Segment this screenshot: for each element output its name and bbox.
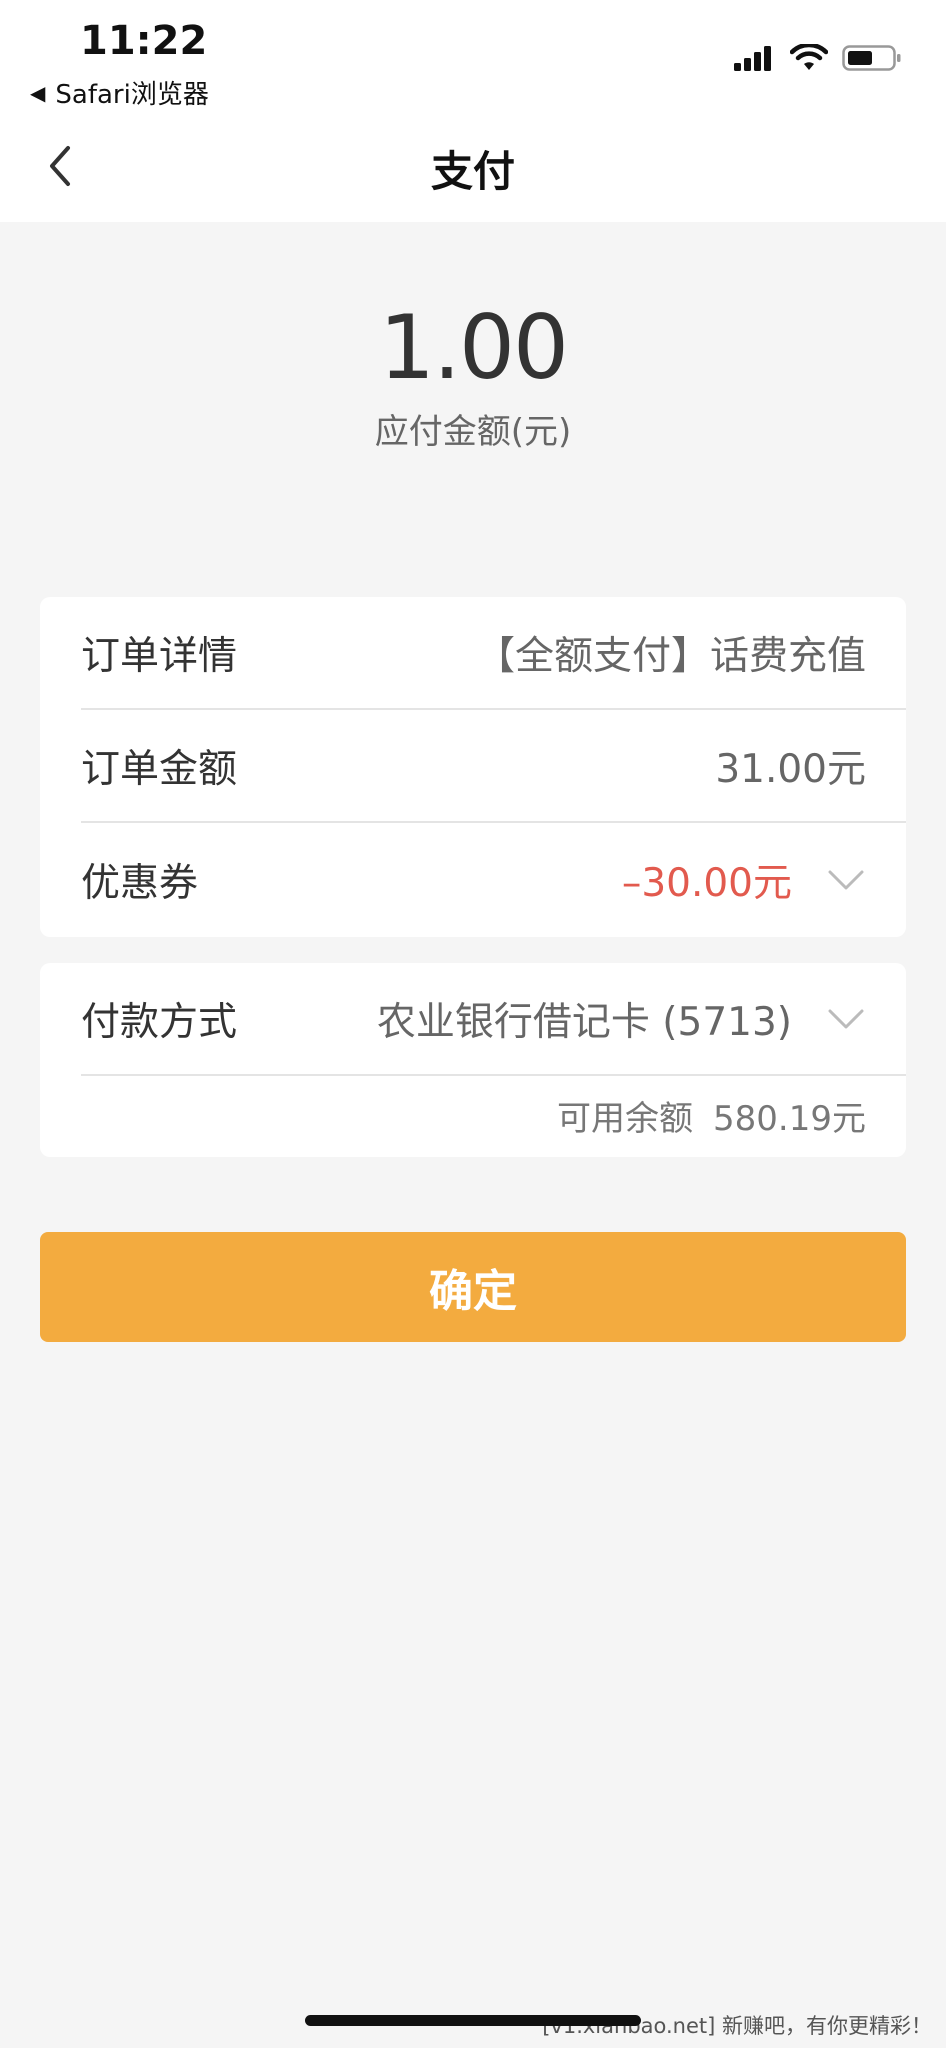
order-detail-row: 订单详情 【全额支付】话费充值	[81, 597, 906, 710]
home-indicator[interactable]	[305, 2015, 641, 2026]
status-icons	[734, 44, 902, 72]
back-triangle-icon: ◀	[30, 80, 46, 105]
order-detail-value: 【全额支付】话费充值	[475, 633, 866, 679]
order-detail-label: 订单详情	[81, 633, 238, 679]
back-app-label: Safari浏览器	[55, 80, 209, 110]
coupon-row[interactable]: 优惠券 –30.00元	[81, 823, 906, 936]
back-to-safari-link[interactable]: ◀ Safari浏览器	[30, 74, 209, 111]
chevron-down-icon[interactable]	[826, 1007, 866, 1031]
coupon-value-group: –30.00元	[622, 852, 866, 908]
nav-bar: 支付	[0, 110, 946, 222]
available-balance: 可用余额 580.19元	[557, 1091, 866, 1140]
chevron-down-icon[interactable]	[826, 868, 866, 892]
payment-method-value: 农业银行借记卡 (5713)	[376, 999, 792, 1045]
order-amount-label: 订单金额	[81, 746, 238, 792]
coupon-label: 优惠券	[81, 860, 199, 906]
payment-method-value-group: 农业银行借记卡 (5713)	[377, 991, 866, 1047]
payable-amount-label: 应付金额(元)	[374, 412, 572, 452]
payment-method-card: 付款方式 农业银行借记卡 (5713) 可用余额 580.19元	[40, 963, 906, 1157]
payable-amount: 1.00	[379, 296, 569, 399]
payment-method-row[interactable]: 付款方式 农业银行借记卡 (5713)	[81, 963, 906, 1076]
page-title: 支付	[430, 147, 515, 196]
wifi-icon	[790, 44, 828, 70]
order-amount-row: 订单金额 31.00元	[81, 710, 906, 823]
payment-method-label: 付款方式	[81, 999, 238, 1045]
status-bar: 11:22 ◀ Safari浏览器	[0, 0, 946, 110]
battery-icon	[842, 45, 901, 71]
confirm-button[interactable]: 确定	[40, 1232, 906, 1342]
order-card: 订单详情 【全额支付】话费充值 订单金额 31.00元 优惠券 –30.00元	[40, 597, 906, 937]
balance-label: 可用余额	[557, 1099, 694, 1139]
coupon-value: –30.00元	[621, 860, 792, 906]
balance-value: 580.19元	[713, 1099, 866, 1139]
order-amount-value: 31.00元	[715, 746, 866, 792]
cellular-signal-icon	[734, 46, 771, 71]
status-time: 11:22	[80, 18, 208, 64]
